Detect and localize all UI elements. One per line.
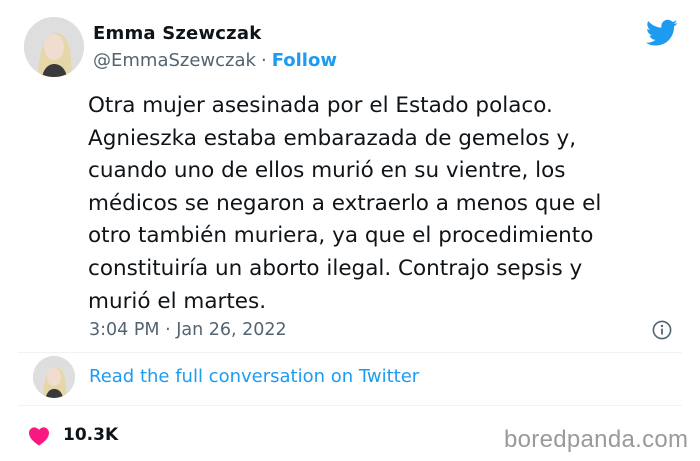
divider (18, 352, 682, 353)
read-conversation-link[interactable]: Read the full conversation on Twitter (89, 366, 419, 387)
follow-button[interactable]: Follow (272, 50, 337, 71)
author-handle-row: @EmmaSzewczak · Follow (93, 50, 337, 71)
author-name[interactable]: Emma Szewczak (93, 23, 261, 44)
conversation-avatar[interactable] (33, 356, 75, 398)
watermark: boredpanda.com (504, 426, 689, 453)
profile-photo (33, 356, 75, 398)
tweet-timestamp[interactable]: 3:04 PM · Jan 26, 2022 (89, 320, 287, 340)
like-count: 10.3K (63, 425, 119, 445)
profile-photo (24, 17, 84, 77)
tweet-line: cuando uno de ellos murió en su vientre,… (88, 158, 566, 184)
tweet-line: Agnieszka estaba embarazada de gemelos y… (88, 125, 577, 151)
tweet-line: médicos se negaron a extraerlo a menos q… (88, 190, 602, 216)
twitter-bird-icon[interactable] (646, 19, 678, 47)
tweet-line: murió el martes. (88, 288, 267, 314)
tweet-text: Otra mujer asesinada por el Estado polac… (88, 90, 668, 318)
separator-dot: · (260, 50, 267, 71)
tweet-line: constituiría un aborto ilegal. Contrajo … (88, 255, 583, 281)
tweet-line: Otra mujer asesinada por el Estado polac… (88, 93, 553, 118)
divider (18, 405, 682, 406)
info-icon[interactable] (652, 320, 672, 340)
tweet-line: otro también muriera, ya que el procedim… (88, 223, 594, 249)
author-handle[interactable]: @EmmaSzewczak (93, 50, 256, 71)
heart-icon[interactable] (28, 426, 50, 446)
author-avatar[interactable] (24, 17, 84, 77)
